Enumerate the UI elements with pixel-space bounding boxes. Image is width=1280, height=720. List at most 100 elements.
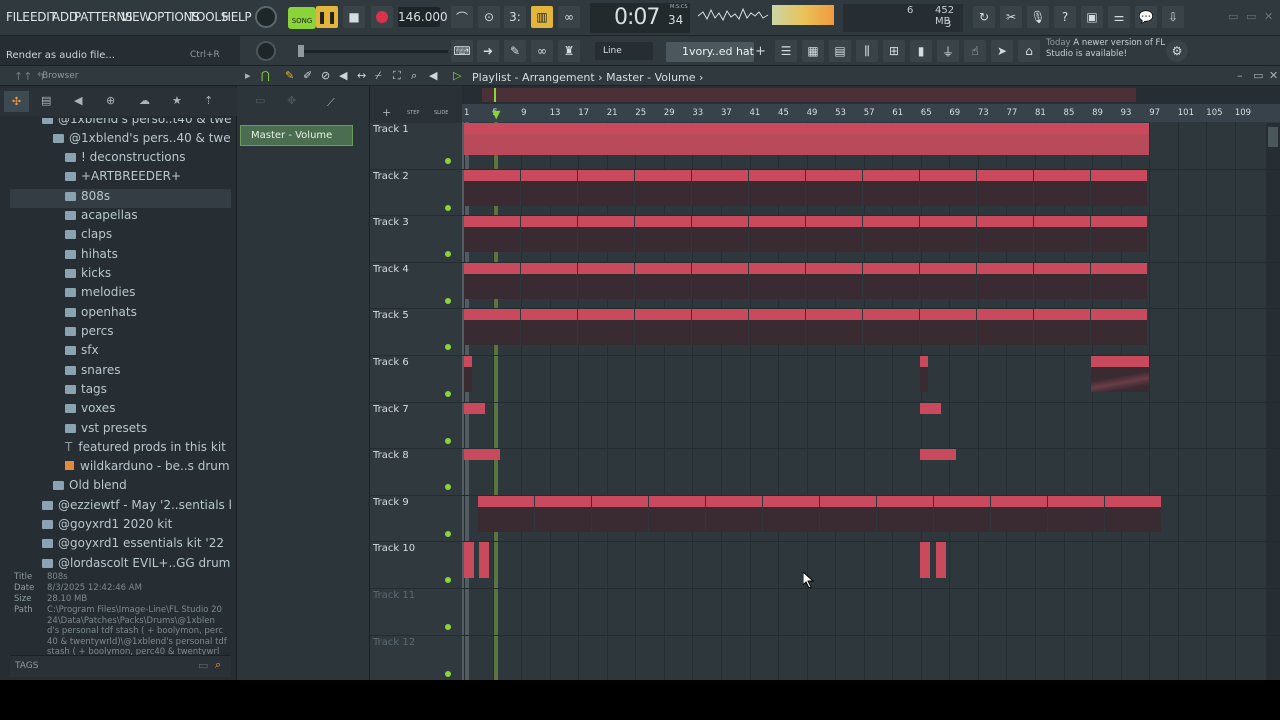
track-name[interactable]: Track 5 xyxy=(373,310,409,321)
track-name[interactable]: Track 1 xyxy=(373,124,409,135)
playlist-clip[interactable]: 1one..lap 1 xyxy=(578,216,634,253)
playlist-clip[interactable]: $xm..e #2 xyxy=(977,262,1033,299)
track-active-led[interactable] xyxy=(445,344,451,351)
time-display[interactable]: 0:07 34 M:S:CS xyxy=(590,3,690,33)
browser-files-icon[interactable]: ▤ xyxy=(41,94,51,107)
playlist-clip[interactable]: tdf -..snare xyxy=(578,309,634,346)
browser-star-icon[interactable]: ★ xyxy=(172,94,182,107)
menu-view[interactable]: VIEW xyxy=(121,10,151,24)
playlist-arrow-icon[interactable]: ▸ xyxy=(245,69,251,82)
playlist-clip[interactable]: 1vor..ed hat xyxy=(1091,169,1147,206)
download-button[interactable]: ⇩ xyxy=(1162,6,1184,28)
menu-file[interactable]: FILE xyxy=(6,10,30,24)
browser-pin-icon[interactable]: ⇡ xyxy=(204,94,213,107)
slice-icon[interactable]: ⌿ xyxy=(375,69,382,83)
playlist-clip[interactable]: 1one..lap 1 xyxy=(692,216,748,253)
playback-icon[interactable]: ◀ xyxy=(429,69,437,82)
playlist-clip[interactable]: ben..08 xyxy=(592,495,648,532)
playlist-clip[interactable]: benji..ff 808 xyxy=(877,495,933,532)
playlist-clip[interactable]: tdf -..snare xyxy=(1034,309,1090,346)
playlist-clip[interactable]: $xm..e #2 xyxy=(1034,262,1090,299)
close-icon[interactable]: ✕ xyxy=(1264,10,1273,23)
playlist-clip[interactable]: dc..ox xyxy=(920,449,956,461)
track-active-led[interactable] xyxy=(445,391,451,397)
playlist-clip[interactable]: 1one..clap 1 xyxy=(521,216,577,253)
arrow-tool-button[interactable]: ➜ xyxy=(477,40,499,62)
playlist-clip[interactable]: 1vor..d hat xyxy=(1034,169,1090,206)
menu-help[interactable]: HELP xyxy=(222,10,252,24)
track-name[interactable]: Track 11 xyxy=(373,590,415,601)
playlist-clip[interactable]: $xm..e #2 xyxy=(578,262,634,299)
pattern-item-master-volume[interactable]: Master - Volume xyxy=(240,125,353,146)
slider-handle[interactable] xyxy=(298,45,304,57)
playlist-clip[interactable]: ben..08 xyxy=(934,495,990,532)
playlist-clip[interactable]: tdf -..snare xyxy=(749,309,805,346)
track-name[interactable]: Track 6 xyxy=(373,357,409,368)
playlist-max-icon[interactable]: ▭ xyxy=(1253,69,1263,82)
tree-item[interactable]: hihats xyxy=(10,247,231,266)
tree-item[interactable]: acapellas xyxy=(10,208,231,227)
tree-item[interactable]: percs xyxy=(10,324,231,343)
track-name[interactable]: Track 7 xyxy=(373,404,409,415)
metronome-button[interactable]: ⌒ xyxy=(451,6,473,28)
tree-item[interactable]: tags xyxy=(10,382,231,401)
mute-icon[interactable]: ◀ xyxy=(339,69,347,82)
tree-item[interactable]: voxes xyxy=(10,401,231,420)
video-button[interactable]: ➤ xyxy=(991,40,1013,62)
playlist-button[interactable]: ☰ xyxy=(775,40,797,62)
master-volume-knob[interactable] xyxy=(255,6,277,28)
playlist-min-icon[interactable]: – xyxy=(1237,69,1243,82)
playlist-clip[interactable]: 1vor..ed hat xyxy=(635,169,691,206)
track-active-led[interactable] xyxy=(445,204,451,211)
playlist-clip[interactable] xyxy=(920,402,941,414)
tree-item-selected[interactable]: 808s xyxy=(10,189,231,208)
tree-item[interactable]: @goyxrd1 essentials kit '22 xyxy=(10,536,231,555)
piano-roll-button[interactable]: ⌨ xyxy=(451,40,473,62)
playlist-clip[interactable] xyxy=(920,356,928,392)
playlist-clip[interactable]: benji..ff 808 xyxy=(535,495,591,532)
playlist-clip[interactable]: 1vor..ed hat xyxy=(977,169,1033,206)
playlist-clip[interactable]: $xm..e #2 xyxy=(464,262,520,299)
playlist-clip[interactable]: 1vor..d hat xyxy=(464,169,520,206)
record-button[interactable] xyxy=(371,6,393,28)
save-button[interactable]: ▣ xyxy=(1081,6,1103,28)
play-icon[interactable]: ▷ xyxy=(453,69,461,82)
playlist-clip[interactable]: 1vor..ed hat xyxy=(863,169,919,206)
midi-button[interactable]: ⚌ xyxy=(1108,6,1130,28)
playlist-clip[interactable]: ben..08 xyxy=(706,495,762,532)
playlist-clip[interactable]: benji..ff 808 xyxy=(991,495,1047,532)
playlist-clip[interactable]: tdf -..snare xyxy=(521,309,577,346)
news-panel[interactable]: Today A newer version of FL Studio is av… xyxy=(1046,38,1176,64)
track-active-led[interactable] xyxy=(445,670,451,677)
playlist-clip[interactable]: tdf -..snare xyxy=(692,309,748,346)
playhead-marker[interactable] xyxy=(494,88,504,102)
track-active-led[interactable] xyxy=(445,437,451,444)
pencil-icon[interactable]: ✎ xyxy=(285,69,294,82)
playlist-clip[interactable]: 1one..clap 1 xyxy=(863,216,919,253)
master-pitch-knob[interactable] xyxy=(256,41,276,61)
playlist-clip[interactable] xyxy=(936,542,946,579)
playlist-clip[interactable]: benji..ff 808 xyxy=(649,495,705,532)
news-settings-button[interactable]: ⚙ xyxy=(1166,40,1188,62)
move-icon[interactable]: ✥ xyxy=(287,94,299,107)
tree-item[interactable]: @ezziewtf - May '2..sentials kit [DEMO] xyxy=(10,498,231,517)
playlist-clip[interactable]: ben..08 xyxy=(478,495,534,532)
scrollbar-thumb[interactable] xyxy=(1268,127,1278,147)
track-name[interactable]: Track 12 xyxy=(373,637,415,648)
playlist-clip[interactable]: tdf -..snare xyxy=(863,309,919,346)
playlist-clip[interactable]: $xm..e #2 xyxy=(806,262,862,299)
track-active-led[interactable] xyxy=(445,484,451,491)
tempo-display[interactable]: 146.000 xyxy=(398,7,448,27)
playlist-clip[interactable]: $xm..e #2 xyxy=(920,262,976,299)
playlist-clip[interactable] xyxy=(920,542,930,579)
tree-item[interactable]: @1xblend's pers..40 & twentywrld) xyxy=(10,131,231,150)
track-active-led[interactable] xyxy=(445,251,451,258)
playlist-clip[interactable]: 1vor..d hat xyxy=(806,169,862,206)
mixer-button[interactable]: ✂ xyxy=(1000,6,1022,28)
magnet-icon[interactable]: ⋂ xyxy=(261,69,270,82)
playlist-clip[interactable]: $xm..e #2 xyxy=(692,262,748,299)
tree-item[interactable]: openhats xyxy=(10,305,231,324)
countdown-button[interactable]: 3: xyxy=(504,6,526,28)
playlist-clip[interactable]: tdf -..snare xyxy=(1091,309,1147,346)
playlist-clip[interactable]: ben..08 xyxy=(820,495,876,532)
